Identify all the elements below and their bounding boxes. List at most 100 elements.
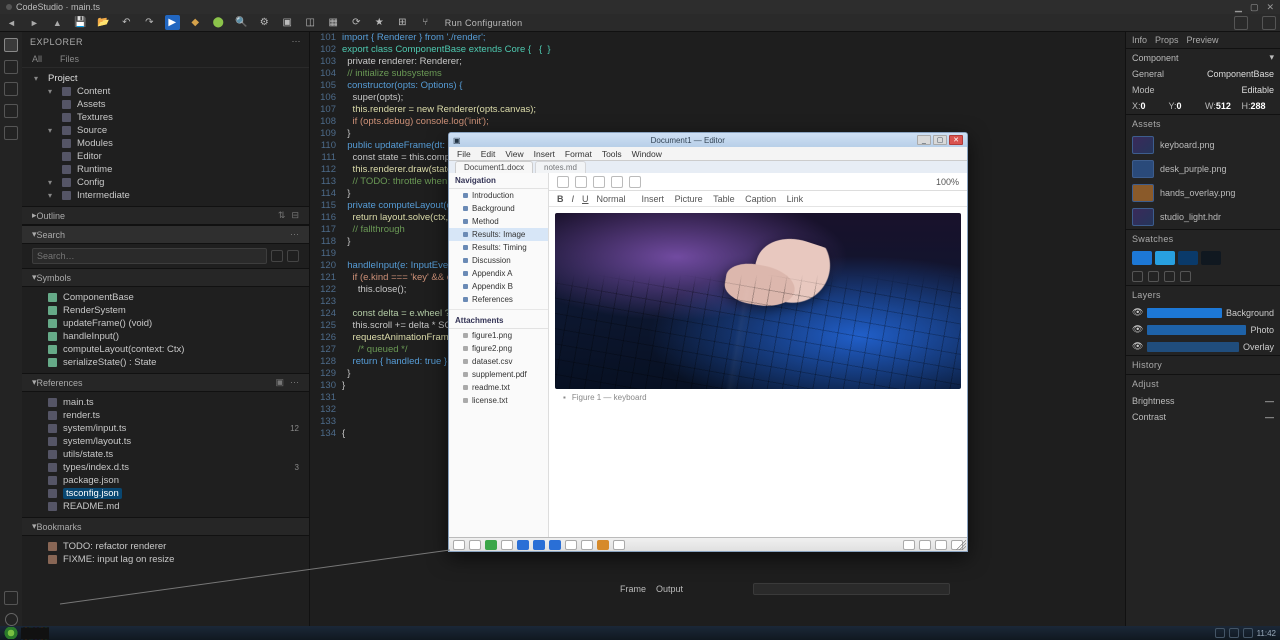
child-sb-view-icon[interactable] (903, 540, 915, 550)
layout-1-icon[interactable] (1234, 16, 1248, 30)
color-swatch[interactable] (1178, 251, 1198, 265)
symbol-item[interactable]: serializeState() : State (22, 356, 309, 369)
tree-folder[interactable]: ▾Source (22, 124, 309, 137)
child-format-item[interactable]: Table (713, 194, 735, 204)
child-menu-item[interactable]: File (457, 149, 471, 159)
inspector-field[interactable]: X:0 (1132, 101, 1165, 111)
chevron-down-icon[interactable]: ▾ (1269, 52, 1274, 63)
bookmark-item[interactable]: TODO: refactor renderer (22, 540, 309, 553)
rail-git-icon[interactable] (4, 82, 18, 96)
child-menu-item[interactable]: Tools (602, 149, 622, 159)
code-line[interactable]: 106 super(opts); (310, 92, 1125, 104)
extensions-icon[interactable]: ⊞ (395, 15, 410, 30)
minimize-icon[interactable]: ▁ (1235, 2, 1242, 13)
symbol-item[interactable]: updateFrame() (void) (22, 317, 309, 330)
child-minimize-button[interactable]: _ (917, 135, 931, 145)
symbols-section[interactable]: ▾Symbols (22, 268, 309, 287)
child-nav-item[interactable]: Appendix A (449, 267, 548, 280)
search-case-icon[interactable] (271, 250, 283, 262)
child-nav-item[interactable]: Background (449, 202, 548, 215)
code-line[interactable]: 103 private renderer: Renderer; (310, 56, 1125, 68)
run-icon[interactable]: ▶ (165, 15, 180, 30)
debug-icon[interactable]: ◆ (188, 15, 203, 30)
settings-icon[interactable]: ⚙ (257, 15, 272, 30)
eye-icon[interactable]: 👁 (1132, 324, 1143, 335)
code-line[interactable]: 108 if (opts.debug) console.log('init'); (310, 116, 1125, 128)
tree-folder[interactable]: ▾Intermediate (22, 189, 309, 202)
child-sb-view-icon[interactable] (919, 540, 931, 550)
reference-item[interactable]: main.ts (22, 396, 309, 409)
redo-icon[interactable]: ↷ (142, 15, 157, 30)
outline-section[interactable]: ▸Outline ⇅⊟ (22, 206, 309, 225)
child-zoom[interactable]: 100% (936, 177, 959, 187)
child-menu-item[interactable]: View (505, 149, 523, 159)
rail-ext-icon[interactable] (4, 126, 18, 140)
search-input[interactable] (32, 248, 267, 264)
layer-item[interactable]: 👁Background (1126, 304, 1280, 321)
child-sb-icon[interactable] (453, 540, 465, 550)
search-icon[interactable]: 🔍 (234, 15, 249, 30)
tree-folder[interactable]: ▾Config (22, 176, 309, 189)
child-menu-item[interactable]: Edit (481, 149, 496, 159)
layer-item[interactable]: 👁Photo (1126, 321, 1280, 338)
terminal-icon[interactable]: ▣ (280, 15, 295, 30)
asset-item[interactable]: studio_light.hdr (1126, 205, 1280, 229)
child-nav-item[interactable]: Results: Timing (449, 241, 548, 254)
reference-item[interactable]: system/input.ts12 (22, 422, 309, 435)
asset-item[interactable]: hands_overlay.png (1126, 181, 1280, 205)
tree-item[interactable]: Assets (22, 98, 309, 111)
tray-icon[interactable] (1215, 628, 1225, 638)
outline-collapse-icon[interactable]: ⊟ (291, 210, 299, 221)
child-format-item[interactable]: Link (787, 194, 804, 204)
refs-filter-icon[interactable]: ▣ (275, 377, 284, 388)
child-attachment-item[interactable]: dataset.csv (449, 355, 548, 368)
eyedropper-icon[interactable] (1132, 271, 1143, 282)
child-sb-icon[interactable] (469, 540, 481, 550)
asset-item[interactable]: keyboard.png (1126, 133, 1280, 157)
bookmarks-section[interactable]: ▾Bookmarks (22, 517, 309, 536)
bold-button[interactable]: B (557, 194, 564, 204)
explorer-tab[interactable]: Files (60, 54, 79, 64)
eye-icon[interactable]: 👁 (1132, 307, 1143, 318)
child-sb-icon[interactable] (581, 540, 593, 550)
build-icon[interactable]: ⬤ (211, 15, 226, 30)
code-line[interactable]: 105 constructor(opts: Options) { (310, 80, 1125, 92)
child-sb-icon[interactable] (565, 540, 577, 550)
refs-section[interactable]: ▾References ▣⋯ (22, 373, 309, 392)
child-paste-icon[interactable] (629, 176, 641, 188)
inspector-tab[interactable]: Info (1132, 35, 1147, 45)
bookmark-item[interactable]: FIXME: input lag on resize (22, 553, 309, 566)
search-section[interactable]: ▾Search ⋯ (22, 225, 309, 244)
child-nav-item[interactable]: Appendix B (449, 280, 548, 293)
nav-up-icon[interactable]: ▲ (50, 18, 65, 28)
child-attachment-item[interactable]: supplement.pdf (449, 368, 548, 381)
code-line[interactable]: 101import { Renderer } from './render'; (310, 32, 1125, 44)
reference-item[interactable]: README.md (22, 500, 309, 513)
layer-item[interactable]: 👁Overlay (1126, 338, 1280, 355)
symbol-item[interactable]: handleInput() (22, 330, 309, 343)
inspector-value[interactable]: Editable (1241, 85, 1274, 95)
child-titlebar[interactable]: ▣ Document1 — Editor _ ▢ ✕ (449, 133, 967, 147)
reference-item[interactable]: system/layout.ts (22, 435, 309, 448)
save-icon[interactable]: 💾 (73, 15, 88, 30)
reference-item[interactable]: tsconfig.json (22, 487, 309, 500)
child-print-icon[interactable] (575, 176, 587, 188)
child-sb-icon[interactable] (597, 540, 609, 550)
taskbar-item[interactable] (47, 627, 49, 640)
tray-clock[interactable]: 11:42 (1257, 629, 1276, 638)
command-input[interactable] (753, 583, 950, 595)
rail-settings-icon[interactable] (5, 613, 18, 626)
undo-icon[interactable]: ↶ (119, 15, 134, 30)
symbol-item[interactable]: ComponentBase (22, 291, 309, 304)
child-format-item[interactable]: Insert (642, 194, 665, 204)
child-attachment-item[interactable]: license.txt (449, 394, 548, 407)
tree-item[interactable]: Textures (22, 111, 309, 124)
child-resize-handle[interactable] (956, 540, 966, 550)
child-format-item[interactable]: Picture (675, 194, 703, 204)
inspector-value[interactable]: ComponentBase (1207, 69, 1274, 79)
child-copy-icon[interactable] (611, 176, 623, 188)
italic-button[interactable]: I (572, 194, 575, 204)
child-tab[interactable]: Document1.docx (455, 161, 533, 173)
child-cut-icon[interactable] (593, 176, 605, 188)
bookmark-icon[interactable]: ★ (372, 15, 387, 30)
